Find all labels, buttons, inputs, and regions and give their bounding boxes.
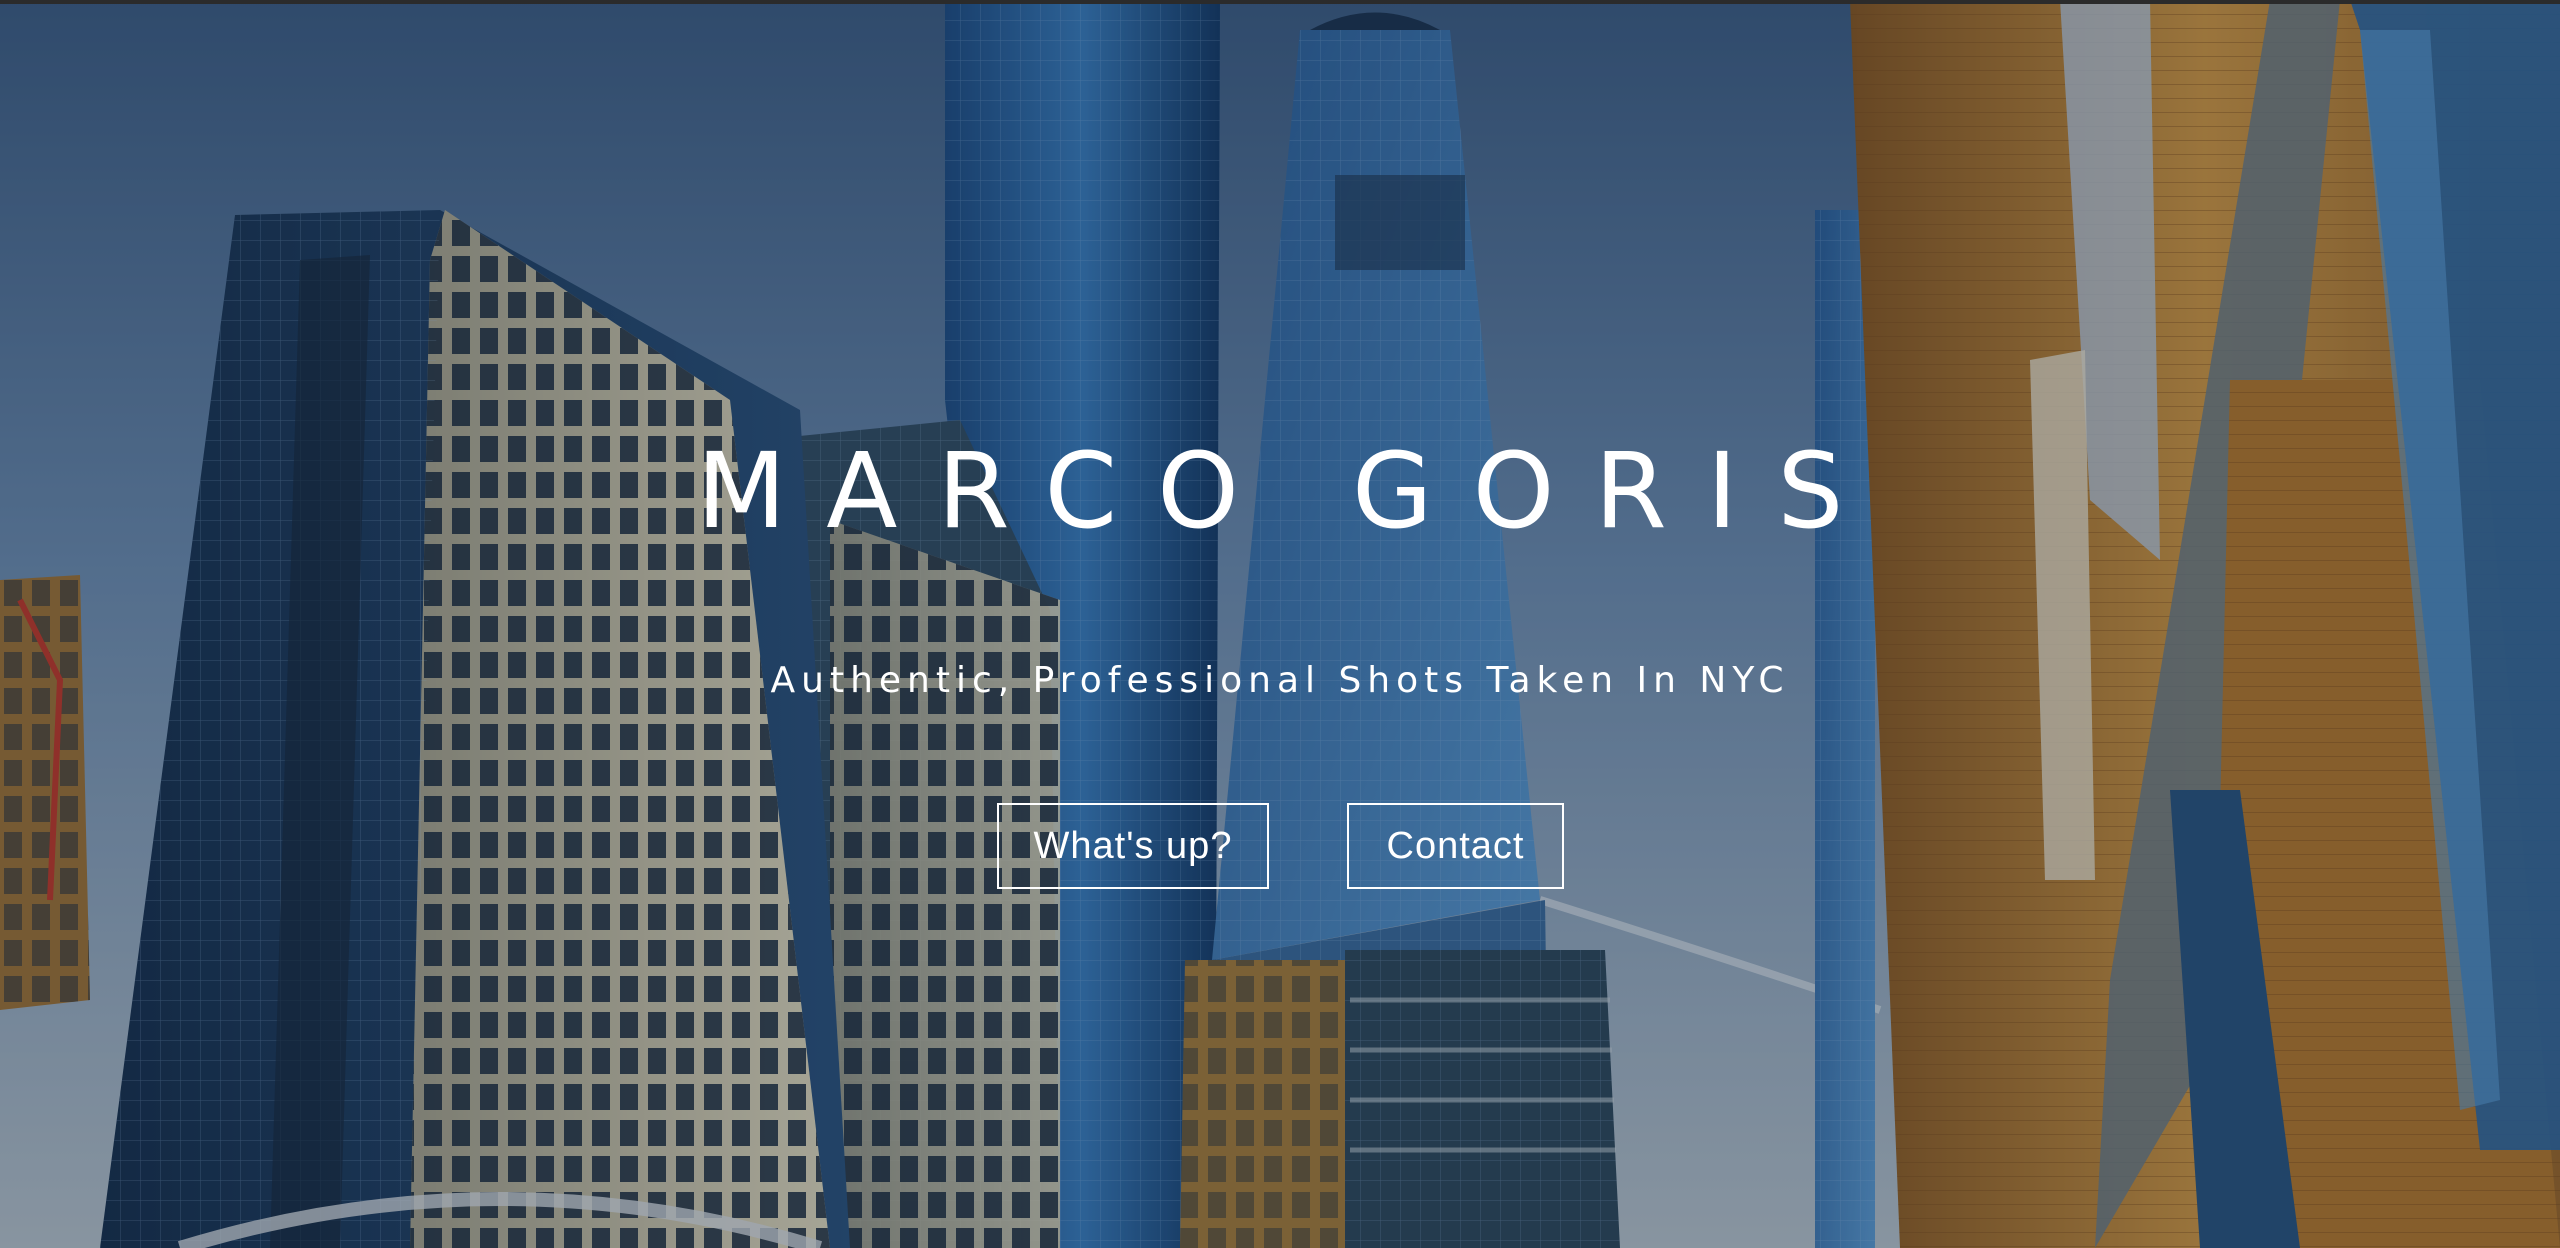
whats-up-button[interactable]: What's up?: [997, 803, 1269, 889]
site-tagline: Authentic, Professional Shots Taken In N…: [770, 660, 1790, 701]
site-title: MARCO GORIS: [696, 430, 1884, 552]
browser-top-edge: [0, 0, 2560, 4]
contact-button[interactable]: Contact: [1347, 803, 1564, 889]
hero-content: MARCO GORIS Authentic, Professional Shot…: [0, 0, 2560, 1248]
